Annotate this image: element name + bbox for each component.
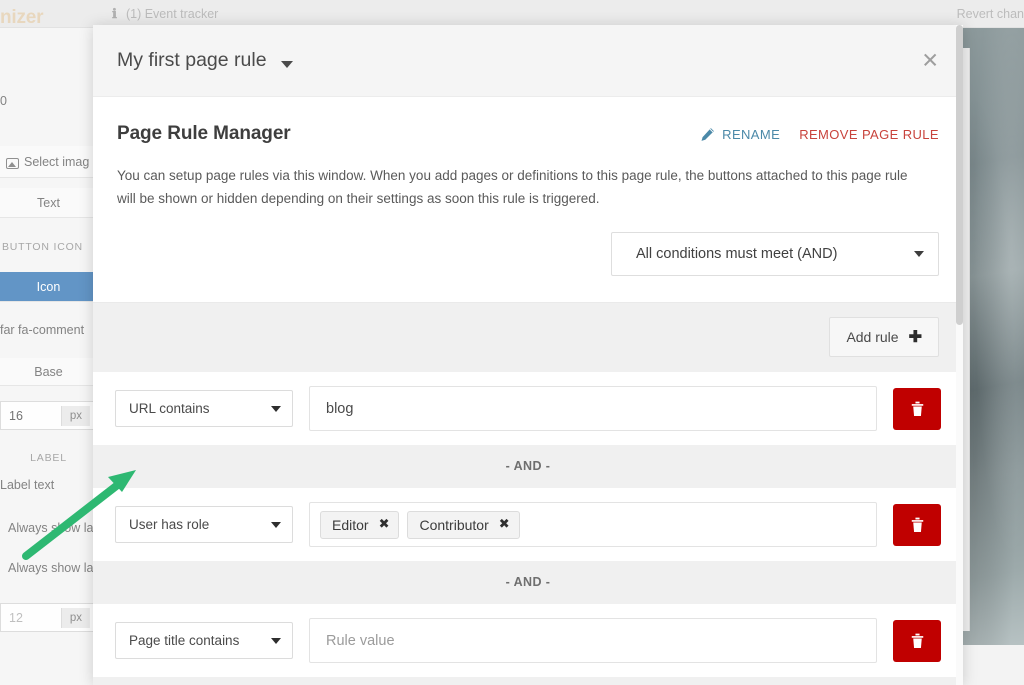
modal-title: My first page rule bbox=[117, 49, 267, 71]
rule-value-input[interactable]: blog bbox=[309, 386, 877, 432]
rule-value-tags[interactable]: Editor ✖ Contributor ✖ bbox=[309, 502, 877, 548]
always-show-label-option-1[interactable]: Always show la bbox=[0, 512, 97, 544]
and-separator: - AND - bbox=[93, 445, 963, 488]
left-settings-panel: 0 Select imag Text BUTTON ICON Icon far … bbox=[0, 28, 97, 685]
chevron-down-icon bbox=[271, 637, 281, 644]
always-show-label-text-1: Always show la bbox=[8, 521, 94, 535]
table-row: User has role Editor ✖ Contributor ✖ bbox=[93, 487, 963, 562]
label-size-unit: px bbox=[60, 607, 90, 628]
font-size-unit: px bbox=[60, 405, 90, 426]
tag-remove-icon[interactable]: ✖ bbox=[379, 517, 390, 532]
add-rule-button[interactable]: Add rule ✚ bbox=[829, 317, 939, 358]
condition-mode-select[interactable]: All conditions must meet (AND) bbox=[611, 232, 939, 277]
info-icon: ℹ bbox=[112, 5, 117, 21]
chevron-down-icon bbox=[271, 405, 281, 412]
section-header: Page Rule Manager RENAME REMOVE PAGE RUL… bbox=[117, 97, 939, 145]
sidebar-item-icon[interactable]: Icon bbox=[0, 272, 97, 302]
page-rule-manager-modal: My first page rule ✕ Page Rule Manager R… bbox=[93, 25, 963, 685]
rule-type-value: Page title contains bbox=[129, 633, 240, 649]
icon-class-field[interactable]: far fa-comment bbox=[0, 316, 97, 344]
trash-icon bbox=[911, 517, 923, 532]
always-show-label-text-2: Always show la bbox=[8, 561, 94, 575]
rule-type-select[interactable]: URL contains bbox=[115, 390, 293, 428]
delete-rule-button[interactable] bbox=[893, 387, 941, 430]
and-separator: - AND - bbox=[93, 677, 963, 685]
radius-value: 0 bbox=[0, 94, 7, 108]
label-text-field[interactable]: Label text bbox=[0, 468, 97, 502]
image-icon bbox=[6, 158, 19, 169]
plus-icon: ✚ bbox=[908, 329, 922, 347]
label-section-text: LABEL bbox=[30, 452, 67, 464]
icon-class-value: far fa-comment bbox=[0, 323, 85, 337]
header-actions: RENAME REMOVE PAGE RULE bbox=[700, 127, 939, 142]
tag-remove-icon[interactable]: ✖ bbox=[499, 517, 510, 532]
background-topbar: ℹ (1) Event tracker Revert chan bbox=[0, 0, 1024, 28]
tag-label: Editor bbox=[332, 516, 369, 533]
text-tab[interactable]: Text bbox=[0, 188, 97, 218]
radius-field[interactable]: 0 bbox=[0, 84, 97, 118]
rule-type-value: User has role bbox=[129, 517, 210, 533]
and-separator: - AND - bbox=[93, 561, 963, 604]
chevron-down-icon bbox=[914, 251, 924, 258]
base-tab[interactable]: Base bbox=[0, 358, 97, 386]
base-tab-label: Base bbox=[34, 364, 63, 379]
trash-icon bbox=[911, 401, 923, 416]
pencil-icon bbox=[701, 127, 715, 141]
font-size-value: 16 bbox=[9, 408, 23, 423]
rule-type-value: URL contains bbox=[129, 401, 210, 417]
page-title: Page Rule Manager bbox=[117, 123, 291, 144]
rule-value-text: blog bbox=[326, 400, 354, 417]
label-size-field[interactable]: 12 px bbox=[0, 603, 97, 632]
modal-scrollbar-thumb[interactable] bbox=[956, 25, 963, 325]
table-row: URL contains blog bbox=[93, 371, 963, 446]
revert-changes-button[interactable]: Revert chan bbox=[957, 7, 1024, 21]
label-text-value: Label text bbox=[0, 478, 55, 492]
text-tab-label: Text bbox=[37, 195, 60, 210]
tag-label: Contributor bbox=[419, 516, 489, 533]
rule-value-placeholder: Rule value bbox=[326, 632, 395, 649]
font-size-field[interactable]: 16 px bbox=[0, 401, 97, 430]
preview-photo-footer bbox=[962, 645, 1024, 685]
add-rule-bar: Add rule ✚ bbox=[93, 303, 963, 372]
button-icon-section-label: BUTTON ICON bbox=[0, 236, 97, 258]
add-rule-label: Add rule bbox=[846, 329, 899, 346]
rule-type-select[interactable]: Page title contains bbox=[115, 622, 293, 660]
delete-rule-button[interactable] bbox=[893, 619, 941, 662]
table-row: Page title contains Rule value bbox=[93, 603, 963, 678]
modal-scrollbar[interactable] bbox=[956, 25, 963, 685]
preview-photo bbox=[962, 28, 1024, 645]
remove-page-rule-button[interactable]: REMOVE PAGE RULE bbox=[799, 127, 939, 142]
rule-value-input[interactable]: Rule value bbox=[309, 618, 877, 664]
tag-item[interactable]: Contributor ✖ bbox=[407, 510, 520, 539]
condition-mode-wrap: All conditions must meet (AND) bbox=[117, 232, 939, 302]
rename-button[interactable]: RENAME bbox=[700, 127, 780, 142]
condition-mode-value: All conditions must meet (AND) bbox=[636, 246, 838, 263]
rule-type-select[interactable]: User has role bbox=[115, 506, 293, 544]
event-tracker-label[interactable]: (1) Event tracker bbox=[126, 7, 218, 21]
select-image-label: Select imag bbox=[24, 154, 90, 169]
delete-rule-button[interactable] bbox=[893, 503, 941, 546]
chevron-down-icon[interactable] bbox=[280, 61, 293, 68]
tag-item[interactable]: Editor ✖ bbox=[320, 510, 400, 539]
modal-header: My first page rule ✕ bbox=[93, 25, 963, 97]
select-image-button[interactable]: Select imag bbox=[0, 146, 97, 178]
button-icon-section-text: BUTTON ICON bbox=[2, 241, 83, 253]
chevron-down-icon bbox=[271, 521, 281, 528]
trash-icon bbox=[911, 633, 923, 648]
rules-region: Add rule ✚ URL contains blog - AND - Use… bbox=[93, 302, 963, 685]
close-icon[interactable]: ✕ bbox=[921, 50, 939, 71]
modal-body: Page Rule Manager RENAME REMOVE PAGE RUL… bbox=[93, 97, 963, 303]
always-show-label-option-2[interactable]: Always show la bbox=[0, 552, 97, 584]
modal-description: You can setup page rules via this window… bbox=[117, 168, 908, 207]
rename-label: RENAME bbox=[722, 126, 781, 142]
icon-tab-label: Icon bbox=[36, 279, 61, 294]
label-size-value: 12 bbox=[9, 610, 23, 625]
